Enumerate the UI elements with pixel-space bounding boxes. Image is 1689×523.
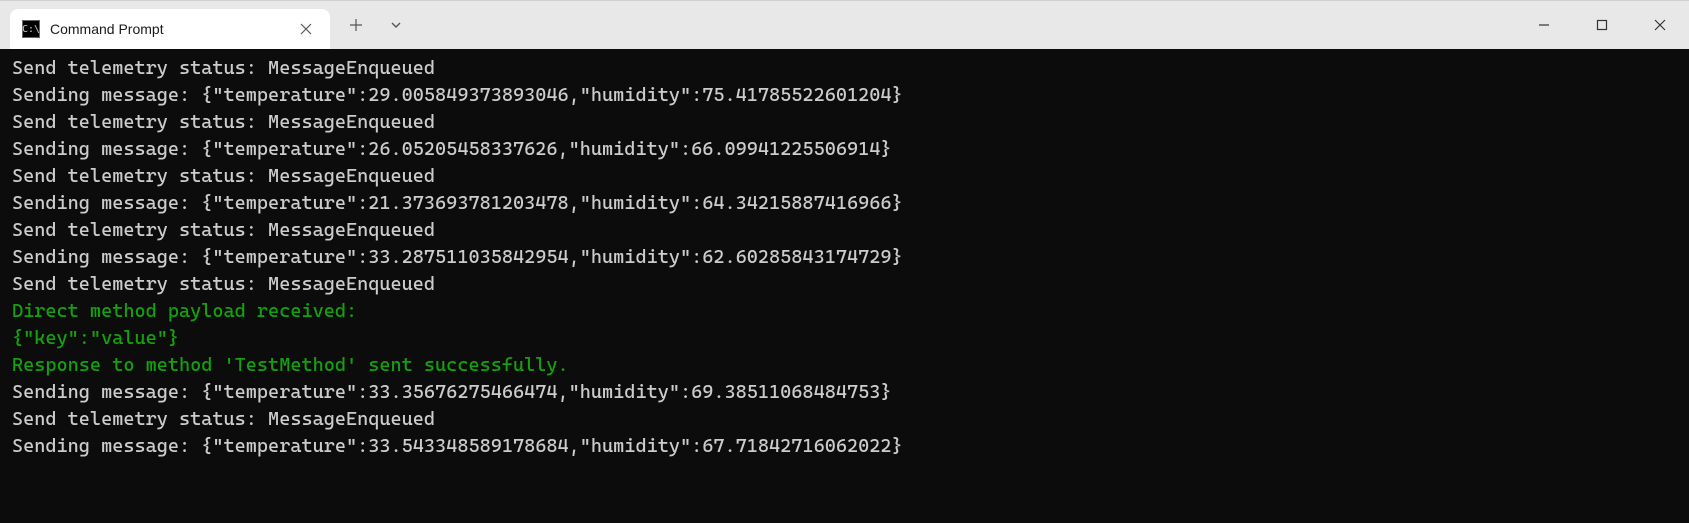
titlebar: C:\ Command Prompt: [0, 1, 1689, 49]
terminal-line: Send telemetry status: MessageEnqueued: [12, 55, 1677, 82]
minimize-button[interactable]: [1515, 5, 1573, 45]
maximize-icon: [1596, 19, 1608, 31]
maximize-button[interactable]: [1573, 5, 1631, 45]
terminal-line: Sending message: {"temperature":29.00584…: [12, 82, 1677, 109]
terminal-line: Direct method payload received:: [12, 298, 1677, 325]
minimize-icon: [1538, 19, 1550, 31]
close-icon: [1654, 19, 1666, 31]
app-window: C:\ Command Prompt S: [0, 0, 1689, 523]
close-icon: [300, 23, 312, 35]
terminal-line: Sending message: {"temperature":33.54334…: [12, 433, 1677, 460]
tab-close-button[interactable]: [294, 17, 318, 41]
terminal-output[interactable]: Send telemetry status: MessageEnqueuedSe…: [0, 49, 1689, 523]
terminal-line: Send telemetry status: MessageEnqueued: [12, 271, 1677, 298]
window-controls: [1515, 1, 1689, 49]
terminal-icon: C:\: [22, 20, 40, 38]
terminal-line: Sending message: {"temperature":26.05205…: [12, 136, 1677, 163]
terminal-line: Send telemetry status: MessageEnqueued: [12, 109, 1677, 136]
tabbar-actions: [338, 7, 414, 43]
tab-command-prompt[interactable]: C:\ Command Prompt: [10, 9, 330, 49]
terminal-line: Sending message: {"temperature":33.35676…: [12, 379, 1677, 406]
terminal-line: Response to method 'TestMethod' sent suc…: [12, 352, 1677, 379]
chevron-down-icon: [390, 19, 402, 31]
new-tab-button[interactable]: [338, 7, 374, 43]
terminal-line: Sending message: {"temperature":33.28751…: [12, 244, 1677, 271]
terminal-line: {"key":"value"}: [12, 325, 1677, 352]
window-close-button[interactable]: [1631, 5, 1689, 45]
terminal-line: Send telemetry status: MessageEnqueued: [12, 406, 1677, 433]
terminal-line: Send telemetry status: MessageEnqueued: [12, 163, 1677, 190]
tab-dropdown-button[interactable]: [378, 7, 414, 43]
terminal-line: Send telemetry status: MessageEnqueued: [12, 217, 1677, 244]
tab-title: Command Prompt: [50, 21, 294, 37]
plus-icon: [349, 18, 363, 32]
terminal-line: Sending message: {"temperature":21.37369…: [12, 190, 1677, 217]
